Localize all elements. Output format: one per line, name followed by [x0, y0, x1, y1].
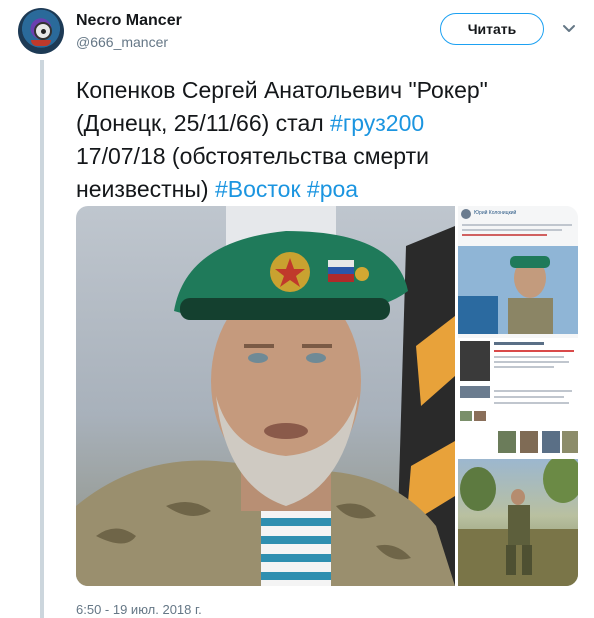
tweet-timestamp[interactable]: 6:50 - 19 июл. 2018 г.: [76, 602, 202, 617]
display-name[interactable]: Necro Mancer: [76, 12, 182, 30]
tweet-text-line-2: (Донецк, 25/11/66) стал #груз200: [76, 107, 584, 140]
hashtag-vostok[interactable]: #Восток: [215, 176, 301, 202]
side-screenshot-caption: Юрий Колоницкий: [474, 209, 517, 216]
hashtag-cargo200[interactable]: #груз200: [330, 110, 424, 136]
portrait-man-green-beret-image: [76, 206, 455, 586]
social-profile-screenshot-image: Юрий Колоницкий: [458, 206, 578, 456]
avatar[interactable]: [18, 8, 64, 54]
tweet-text-line-3: 17/07/18 (обстоятельства смерти: [76, 143, 429, 169]
tweet-text-line-4: неизвестны) #Восток #роа: [76, 173, 584, 206]
tweet-text-line-2-prefix: (Донецк, 25/11/66) стал: [76, 110, 331, 136]
tweet-media[interactable]: Юрий Колоницкий: [76, 206, 578, 586]
user-handle[interactable]: @666_mancer: [76, 34, 168, 50]
side-screenshot-photo[interactable]: Юрий Колоницкий: [458, 206, 578, 456]
main-photo[interactable]: [76, 206, 455, 586]
thread-line: [40, 60, 44, 618]
tweet-text: Копенков Сергей Анатольевич "Рокер" (Дон…: [76, 74, 584, 206]
side-field-photo[interactable]: [458, 455, 578, 586]
chevron-down-icon[interactable]: [562, 24, 576, 34]
hashtag-roa[interactable]: #роа: [307, 176, 358, 202]
avatar-mouth: [31, 40, 51, 46]
tweet-text-line-4-prefix: неизвестны): [76, 176, 215, 202]
tweet-text-line-1: Копенков Сергей Анатольевич "Рокер": [76, 77, 488, 103]
follow-button[interactable]: Читать: [440, 13, 544, 45]
avatar-eye-icon: [34, 22, 52, 40]
soldier-field-image: [458, 455, 578, 586]
